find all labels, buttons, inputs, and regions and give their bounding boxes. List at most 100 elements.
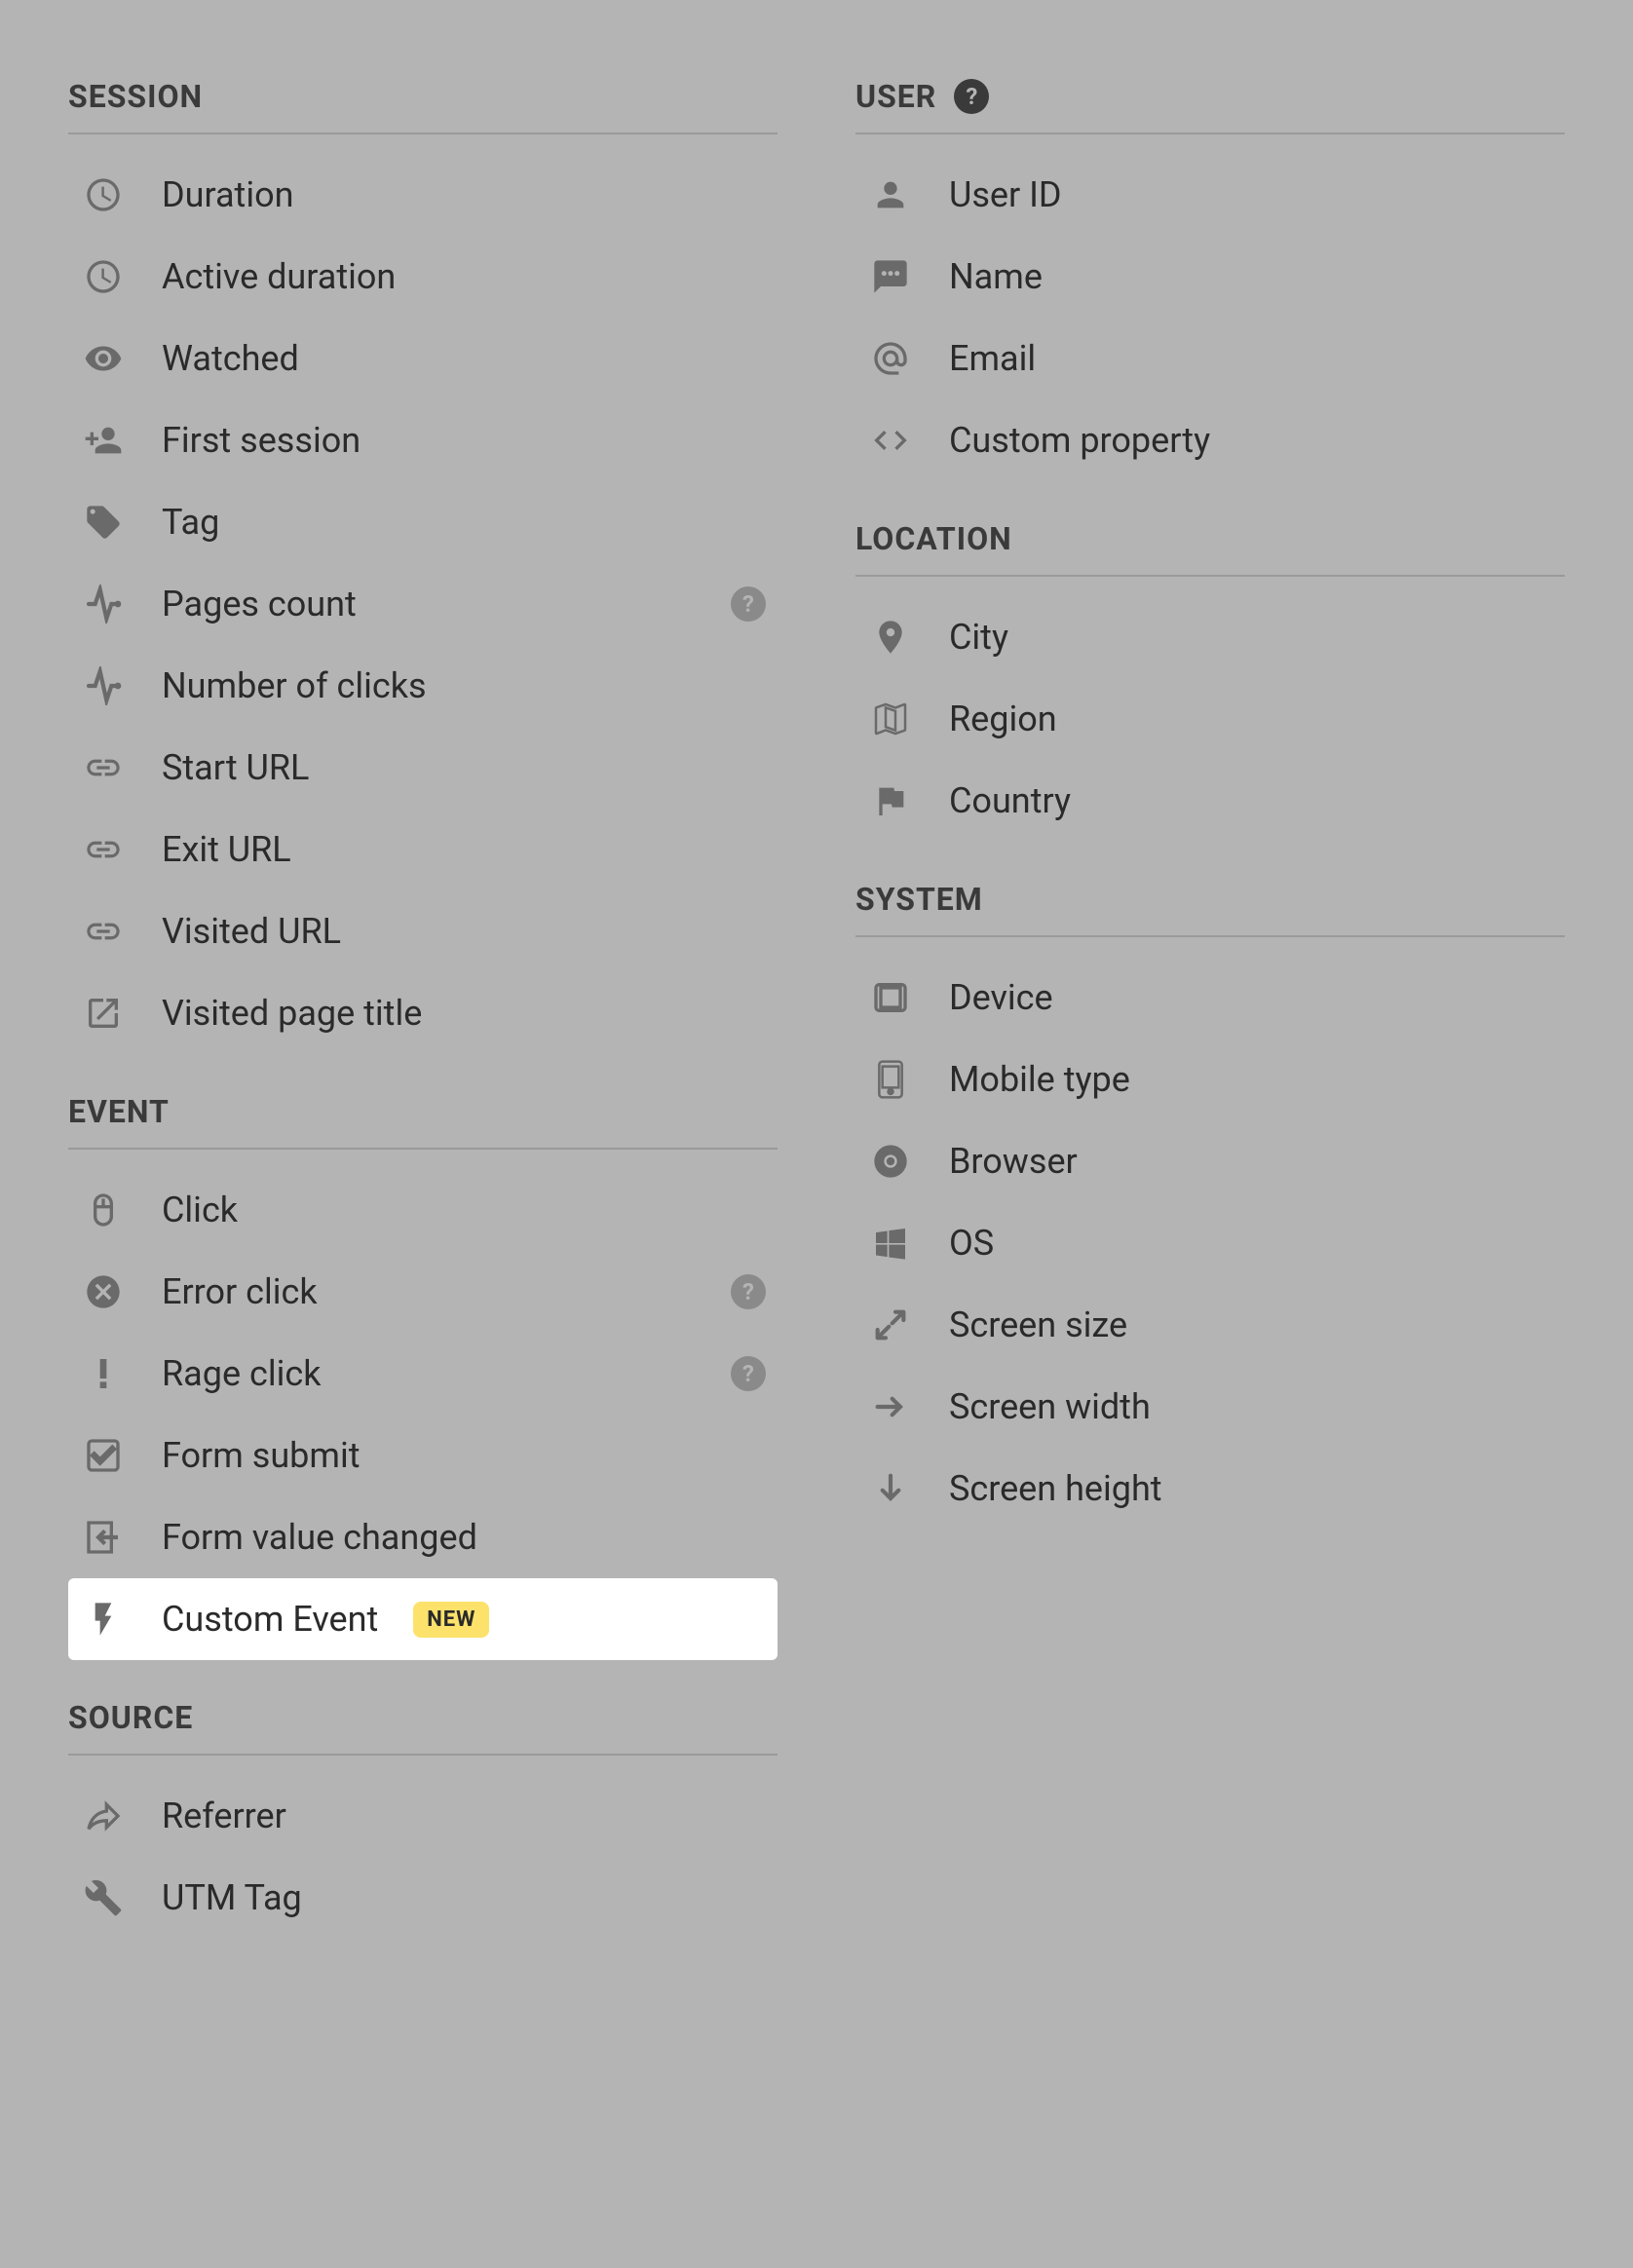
item-label: Form value changed <box>162 1517 766 1558</box>
user-title: USER <box>855 78 936 115</box>
item-label: Active duration <box>162 256 766 297</box>
filter-custom-property[interactable]: Custom property <box>855 399 1565 481</box>
help-icon[interactable]: ? <box>731 1356 766 1391</box>
item-label: Country <box>949 780 1553 821</box>
left-column: SESSION Duration Active duration Watched… <box>68 78 778 2190</box>
filter-screen-size[interactable]: Screen size <box>855 1284 1565 1366</box>
item-label: User ID <box>949 174 1553 215</box>
item-label: Visited page title <box>162 993 766 1034</box>
filter-device[interactable]: Device <box>855 957 1565 1039</box>
filter-city[interactable]: City <box>855 596 1565 678</box>
session-title: SESSION <box>68 78 203 115</box>
filter-screen-width[interactable]: Screen width <box>855 1366 1565 1448</box>
source-section: SOURCE Referrer UTM Tag <box>68 1699 778 1939</box>
filter-duration[interactable]: Duration <box>68 154 778 236</box>
flag-icon <box>867 777 914 824</box>
user-section: USER ? User ID Name Email Custom propert… <box>855 78 1565 481</box>
share-icon <box>80 1793 127 1839</box>
help-icon[interactable]: ? <box>731 1274 766 1309</box>
clock-icon <box>80 253 127 300</box>
filter-pages-count[interactable]: Pages count ? <box>68 563 778 645</box>
link-icon <box>80 908 127 955</box>
pin-icon <box>867 614 914 661</box>
item-label: Watched <box>162 338 766 379</box>
filter-country[interactable]: Country <box>855 760 1565 842</box>
item-label: Duration <box>162 174 766 215</box>
filter-click[interactable]: Click <box>68 1169 778 1251</box>
session-section: SESSION Duration Active duration Watched… <box>68 78 778 1054</box>
filter-number-of-clicks[interactable]: Number of clicks <box>68 645 778 727</box>
user-header: USER ? <box>855 78 1565 134</box>
item-label: Browser <box>949 1141 1553 1182</box>
filter-active-duration[interactable]: Active duration <box>68 236 778 318</box>
event-header: EVENT <box>68 1093 778 1150</box>
x-circle-icon <box>80 1268 127 1315</box>
activity-icon <box>80 662 127 709</box>
location-title: LOCATION <box>855 520 1012 557</box>
filter-visited-url[interactable]: Visited URL <box>68 890 778 972</box>
code-icon <box>867 417 914 464</box>
item-label: Mobile type <box>949 1059 1553 1100</box>
user-plus-icon <box>80 417 127 464</box>
expand-icon <box>867 1302 914 1348</box>
item-label: Referrer <box>162 1796 766 1836</box>
help-icon[interactable]: ? <box>954 79 989 114</box>
item-label: Email <box>949 338 1553 379</box>
filter-user-id[interactable]: User ID <box>855 154 1565 236</box>
filter-start-url[interactable]: Start URL <box>68 727 778 809</box>
filter-region[interactable]: Region <box>855 678 1565 760</box>
activity-icon <box>80 581 127 627</box>
wrench-icon <box>80 1874 127 1921</box>
tablet-icon <box>867 974 914 1021</box>
item-label: Tag <box>162 502 766 543</box>
filter-rage-click[interactable]: Rage click ? <box>68 1333 778 1415</box>
item-label: UTM Tag <box>162 1877 766 1918</box>
filter-form-submit[interactable]: Form submit <box>68 1415 778 1496</box>
speech-icon <box>867 253 914 300</box>
item-label: Custom property <box>949 420 1553 461</box>
filter-error-click[interactable]: Error click ? <box>68 1251 778 1333</box>
filter-custom-event[interactable]: Custom Event NEW <box>68 1578 778 1660</box>
filter-form-value-changed[interactable]: Form value changed <box>68 1496 778 1578</box>
filter-name[interactable]: Name <box>855 236 1565 318</box>
filter-utm-tag[interactable]: UTM Tag <box>68 1857 778 1939</box>
filter-exit-url[interactable]: Exit URL <box>68 809 778 890</box>
arrow-in-icon <box>80 1514 127 1561</box>
arrow-right-icon <box>867 1383 914 1430</box>
chrome-icon <box>867 1138 914 1185</box>
item-label: Custom Event <box>162 1599 378 1640</box>
filter-watched[interactable]: Watched <box>68 318 778 399</box>
event-section: EVENT Click Error click ? Rage click ? F… <box>68 1093 778 1660</box>
session-header: SESSION <box>68 78 778 134</box>
clock-icon <box>80 171 127 218</box>
mouse-icon <box>80 1187 127 1233</box>
filter-os[interactable]: OS <box>855 1202 1565 1284</box>
filter-browser[interactable]: Browser <box>855 1120 1565 1202</box>
filter-screen-height[interactable]: Screen height <box>855 1448 1565 1530</box>
filter-mobile-type[interactable]: Mobile type <box>855 1039 1565 1120</box>
arrow-down-icon <box>867 1465 914 1512</box>
new-badge: NEW <box>413 1602 489 1638</box>
system-title: SYSTEM <box>855 881 983 918</box>
item-label: Click <box>162 1190 766 1230</box>
source-header: SOURCE <box>68 1699 778 1756</box>
filter-referrer[interactable]: Referrer <box>68 1775 778 1857</box>
filter-visited-page-title[interactable]: Visited page title <box>68 972 778 1054</box>
filter-first-session[interactable]: First session <box>68 399 778 481</box>
item-label: Exit URL <box>162 829 766 870</box>
item-label: Name <box>949 256 1553 297</box>
item-label: Number of clicks <box>162 665 766 706</box>
item-label: Pages count <box>162 584 696 624</box>
filter-tag[interactable]: Tag <box>68 481 778 563</box>
help-icon[interactable]: ? <box>731 586 766 622</box>
windows-icon <box>867 1220 914 1266</box>
link-icon <box>80 744 127 791</box>
mobile-icon <box>867 1056 914 1103</box>
item-label: Screen size <box>949 1304 1553 1345</box>
filter-email[interactable]: Email <box>855 318 1565 399</box>
check-square-icon <box>80 1432 127 1479</box>
external-link-icon <box>80 990 127 1037</box>
link-icon <box>80 826 127 873</box>
item-label: City <box>949 617 1553 658</box>
item-label: Error click <box>162 1271 696 1312</box>
